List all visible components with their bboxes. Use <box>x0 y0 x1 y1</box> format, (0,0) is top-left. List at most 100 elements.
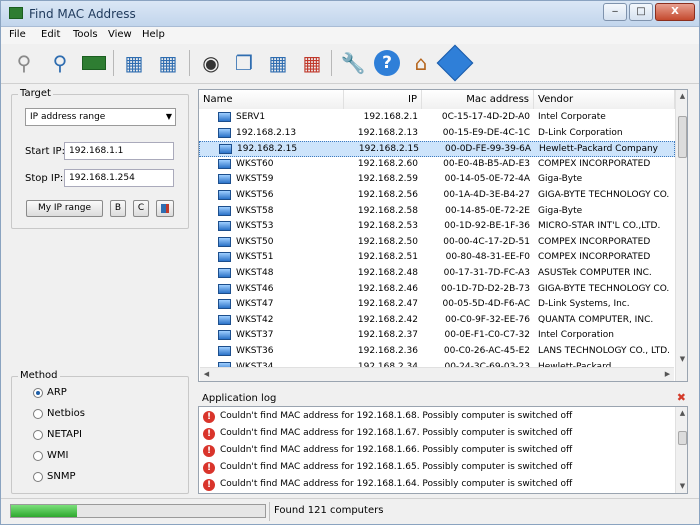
stop-ip-field[interactable]: 192.168.1.254 <box>64 169 174 187</box>
table-open-icon[interactable]: ▦ <box>119 48 149 78</box>
method-arp-radio[interactable] <box>33 388 43 398</box>
scroll-left-icon[interactable]: ◀ <box>200 368 213 381</box>
column-header-mac[interactable]: Mac address <box>422 90 534 109</box>
table-row[interactable]: SERV1 192.168.2.1 0C-15-17-4D-2D-A0 Intel C… <box>199 110 675 126</box>
search-user-icon[interactable]: ⚲ <box>9 48 39 78</box>
menu-tools[interactable]: Tools <box>73 29 98 40</box>
scroll-down-icon[interactable]: ▼ <box>676 480 687 493</box>
network-card-icon[interactable] <box>79 48 109 78</box>
menu-view[interactable]: View <box>108 29 132 40</box>
cell-mac: 00-1A-4D-3E-B4-27 <box>443 190 530 200</box>
menu-file[interactable]: File <box>9 29 26 40</box>
my-ip-range-button[interactable]: My IP range <box>26 200 103 217</box>
cell-mac: 00-1D-7D-D2-2B-73 <box>440 283 530 294</box>
cell-vendor: MICRO-STAR INT'L CO.,LTD. <box>538 221 661 232</box>
method-wmi-label: WMI <box>47 450 69 461</box>
table-row[interactable]: WKST53 192.168.2.53 00-1D-92-BE-1F-36 MICRO… <box>199 219 675 235</box>
table-row[interactable]: WKST36 192.168.2.36 00-C0-26-AC-45-E2 LANS … <box>199 344 675 360</box>
method-snmp-radio[interactable] <box>33 472 43 482</box>
method-snmp-label: SNMP <box>47 471 76 482</box>
method-netbios-label: Netbios <box>47 408 86 419</box>
scroll-thumb[interactable] <box>678 431 687 445</box>
cell-name: WKST47 <box>236 299 274 310</box>
menu-help[interactable]: Help <box>142 29 165 40</box>
binoculars-icon[interactable]: ◉ <box>196 48 226 78</box>
range-edit-button[interactable] <box>156 200 174 217</box>
cell-mac: 00-14-05-0E-72-4A <box>444 174 530 185</box>
cell-mac: 00-0D-FE-99-39-6A <box>445 144 531 155</box>
title-bar[interactable]: Find MAC Address ‒ □ X <box>1 1 699 27</box>
search-stop-icon[interactable]: ⚲ <box>45 48 75 78</box>
column-header-name[interactable]: Name <box>199 90 344 109</box>
cell-name: WKST53 <box>236 221 274 232</box>
edit-range-icon <box>161 204 169 213</box>
table-row[interactable]: WKST37 192.168.2.37 00-0E-F1-C0-C7-32 Intel… <box>199 328 675 344</box>
log-entry-text: Couldn't find MAC address for 192.168.1.… <box>220 428 573 438</box>
table-row[interactable]: WKST51 192.168.2.51 00-80-48-31-EE-F0 COMPE… <box>199 250 675 266</box>
cell-ip: 192.168.2.60 <box>357 158 418 169</box>
wrench-icon[interactable]: 🔧 <box>338 48 368 78</box>
column-header-ip[interactable]: IP <box>344 90 422 109</box>
scroll-down-icon[interactable]: ▼ <box>676 353 687 366</box>
cell-name: SERV1 <box>236 112 266 122</box>
minimize-button[interactable]: ‒ <box>603 3 627 21</box>
home-icon[interactable]: ⌂ <box>406 48 436 78</box>
cell-mac: 00-17-31-7D-FC-A3 <box>443 268 530 278</box>
table-row[interactable]: 192.168.2.15 192.168.2.15 00-0D-FE-99-39-6… <box>199 141 675 157</box>
table-row[interactable]: WKST47 192.168.2.47 00-05-5D-4D-F6-AC D-Lin… <box>199 297 675 313</box>
table-row[interactable]: WKST56 192.168.2.56 00-1A-4D-3E-B4-27 GIGA-… <box>199 188 675 204</box>
delete-table-icon[interactable]: ▦ <box>297 48 327 78</box>
method-netbios-radio[interactable] <box>33 409 43 419</box>
menu-edit[interactable]: Edit <box>41 29 60 40</box>
start-ip-field[interactable]: 192.168.1.1 <box>64 142 174 160</box>
class-b-button[interactable]: B <box>110 200 126 217</box>
table-save-icon[interactable]: ▦ <box>153 48 183 78</box>
scroll-right-icon[interactable]: ▶ <box>661 368 674 381</box>
export-icon[interactable]: ▦ <box>263 48 293 78</box>
cell-name: WKST51 <box>236 252 274 263</box>
log-entry-text: Couldn't find MAC address for 192.168.1.… <box>220 445 573 455</box>
scroll-up-icon[interactable]: ▲ <box>676 90 687 103</box>
help-icon[interactable]: ? <box>372 48 402 78</box>
method-wmi-radio[interactable] <box>33 451 43 461</box>
table-row[interactable]: WKST42 192.168.2.42 00-C0-9F-32-EE-76 QUANT… <box>199 313 675 329</box>
cell-vendor: GIGA-BYTE TECHNOLOGY CO. <box>538 283 670 294</box>
log-vertical-scrollbar[interactable]: ▲ ▼ <box>675 407 687 493</box>
computer-icon <box>218 158 231 169</box>
copy-icon[interactable]: ❐ <box>229 48 259 78</box>
table-row[interactable]: WKST50 192.168.2.50 00-00-4C-17-2D-51 COMPE… <box>199 235 675 251</box>
table-row[interactable]: WKST59 192.168.2.59 00-14-05-0E-72-4A Giga-… <box>199 172 675 188</box>
update-icon[interactable] <box>436 44 474 82</box>
class-c-button[interactable]: C <box>133 200 149 217</box>
cell-vendor: COMPEX INCORPORATED <box>538 252 651 263</box>
table-row[interactable]: WKST60 192.168.2.60 00-E0-4B-B5-AD-E3 COMPE… <box>199 157 675 173</box>
table-row[interactable]: WKST58 192.168.2.58 00-14-85-0E-72-2E Giga-… <box>199 204 675 220</box>
computer-icon <box>218 314 231 325</box>
table-row[interactable]: 192.168.2.13 192.168.2.13 00-15-E9-DE-4C-1… <box>199 126 675 142</box>
cell-ip: 192.168.2.47 <box>357 299 418 310</box>
list-vertical-scrollbar[interactable]: ▲ ▼ <box>675 90 687 381</box>
computer-icon <box>218 330 231 341</box>
table-row[interactable]: WKST46 192.168.2.46 00-1D-7D-D2-2B-73 GIGA-… <box>199 282 675 298</box>
close-button[interactable]: X <box>655 3 695 21</box>
list-horizontal-scrollbar[interactable]: ◀ ▶ <box>200 367 674 381</box>
maximize-button[interactable]: □ <box>629 3 653 21</box>
close-log-icon[interactable]: ✖ <box>677 391 686 404</box>
cell-ip: 192.168.2.46 <box>357 283 418 294</box>
computer-icon <box>218 252 231 263</box>
cell-vendor: ASUSTek COMPUTER INC. <box>538 268 652 278</box>
cell-vendor: GIGA-BYTE TECHNOLOGY CO. <box>538 190 670 200</box>
cell-mac: 00-0E-F1-C0-C7-32 <box>444 330 530 341</box>
column-header-vendor[interactable]: Vendor <box>534 90 675 109</box>
table-row[interactable]: WKST48 192.168.2.48 00-17-31-7D-FC-A3 ASUST… <box>199 266 675 282</box>
cell-name: WKST48 <box>236 268 274 278</box>
scroll-thumb[interactable] <box>678 116 687 158</box>
cell-ip: 192.168.2.36 <box>357 346 418 356</box>
cell-mac: 00-C0-9F-32-EE-76 <box>445 314 530 325</box>
error-icon: ! <box>203 479 215 491</box>
method-netapi-radio[interactable] <box>33 430 43 440</box>
target-mode-select[interactable]: IP address range ▼ <box>25 108 176 126</box>
computer-icon <box>218 283 231 294</box>
cell-name: WKST58 <box>236 205 274 216</box>
scroll-up-icon[interactable]: ▲ <box>676 407 687 420</box>
